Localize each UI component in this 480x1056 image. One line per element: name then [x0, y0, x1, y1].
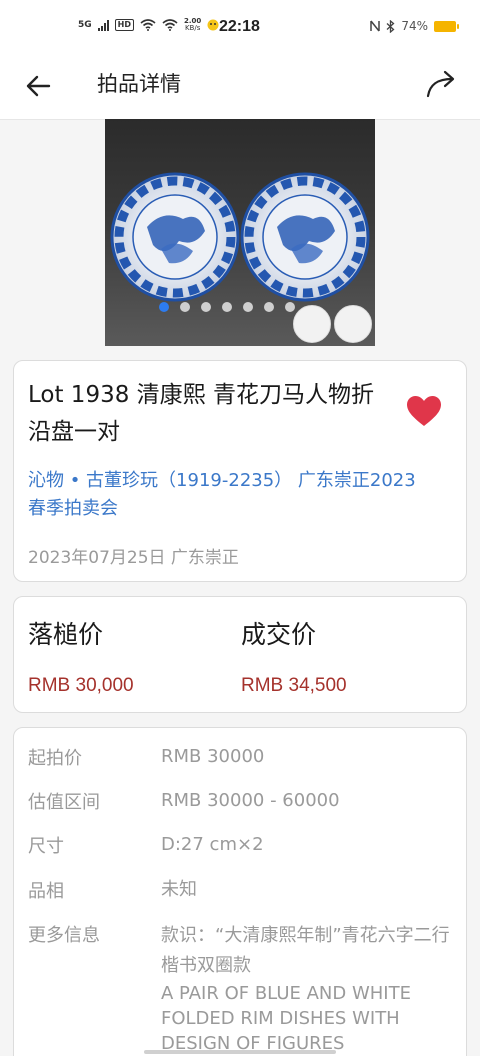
detail-value: D:27 cm×2 — [161, 834, 264, 855]
carousel-dot[interactable] — [264, 302, 274, 312]
reign-mark-image — [334, 305, 372, 343]
status-left: 5G HD 2.00 KB/s — [78, 18, 219, 32]
details-card: 起拍价 RMB 30000 估值区间 RMB 30000 - 60000 尺寸 … — [13, 727, 467, 1056]
detail-value: 款识：“大清康熙年制”青花六字二行楷书双圈款 A PAIR OF BLUE AN… — [161, 921, 451, 1056]
cell-signal-icon — [97, 19, 109, 31]
status-right: 74% — [370, 19, 459, 33]
detail-label: 估值区间 — [28, 792, 100, 813]
detail-label: 起拍价 — [28, 748, 82, 769]
clock: 22:18 — [219, 18, 260, 35]
carousel-dot[interactable] — [201, 302, 211, 312]
app-header: 拍品详情 — [0, 58, 480, 120]
home-indicator — [144, 1050, 336, 1054]
deal-price-value: RMB 34,500 — [241, 675, 347, 696]
notification-icon — [207, 19, 219, 31]
wifi-icon — [162, 19, 178, 31]
carousel-dot[interactable] — [222, 302, 232, 312]
carousel-dots — [159, 302, 295, 312]
lot-image-carousel[interactable] — [105, 119, 375, 346]
auction-date-location: 2023年07月25日 广东崇正 — [28, 548, 239, 568]
hammer-price-value: RMB 30,000 — [28, 675, 134, 696]
detail-label: 品相 — [28, 881, 64, 902]
more-info-en: A PAIR OF BLUE AND WHITE FOLDED RIM DISH… — [161, 983, 411, 1054]
deal-price-label: 成交价 — [241, 620, 317, 649]
reign-mark-image — [293, 305, 331, 343]
detail-row-more-info: 更多信息 款识：“大清康熙年制”青花六字二行楷书双圈款 A PAIR OF BL… — [28, 921, 458, 1056]
battery-percent: 74% — [401, 19, 428, 33]
favorite-button[interactable] — [406, 395, 442, 429]
nfc-icon — [370, 20, 381, 32]
wifi-icon — [140, 19, 156, 31]
lot-info-card: Lot 1938 清康熙 青花刀马人物折沿盘一对 沁物 • 古董珍玩（1919-… — [13, 360, 467, 582]
network-speed: 2.00 KB/s — [184, 18, 201, 32]
network-type: 5G — [78, 20, 92, 30]
detail-row-estimate: 估值区间 RMB 30000 - 60000 — [28, 788, 458, 818]
detail-value: RMB 30000 - 60000 — [161, 790, 340, 811]
price-card: 落槌价 RMB 30,000 成交价 RMB 34,500 — [13, 596, 467, 713]
share-arrow-icon — [426, 70, 455, 98]
carousel-dot[interactable] — [243, 302, 253, 312]
more-info-cn: 款识：“大清康熙年制”青花六字二行楷书双圈款 — [161, 925, 450, 976]
back-button[interactable] — [22, 70, 54, 102]
heart-icon — [407, 396, 441, 426]
detail-row-condition: 品相 未知 — [28, 877, 458, 907]
status-bar: 5G HD 2.00 KB/s 22:18 74% — [0, 0, 480, 58]
bluetooth-icon — [386, 19, 395, 33]
detail-row-start-price: 起拍价 RMB 30000 — [28, 744, 458, 774]
page-title: 拍品详情 — [97, 72, 181, 96]
detail-label: 更多信息 — [28, 925, 100, 946]
detail-value: RMB 30000 — [161, 746, 265, 767]
detail-row-size: 尺寸 D:27 cm×2 — [28, 832, 458, 862]
carousel-dot[interactable] — [285, 302, 295, 312]
carousel-dot[interactable] — [159, 302, 169, 312]
share-button[interactable] — [424, 68, 460, 100]
detail-label: 尺寸 — [28, 836, 64, 857]
hd-badge: HD — [114, 19, 134, 31]
detail-value: 未知 — [161, 879, 197, 900]
lot-title: Lot 1938 清康熙 青花刀马人物折沿盘一对 — [28, 382, 374, 445]
battery-icon — [434, 20, 459, 32]
auction-link[interactable]: 沁物 • 古董珍玩（1919-2235） 广东崇正2023春季拍卖会 — [28, 467, 428, 523]
speed-unit: KB/s — [184, 24, 201, 32]
hammer-price-label: 落槌价 — [28, 620, 104, 649]
carousel-dot[interactable] — [180, 302, 190, 312]
arrow-left-icon — [26, 75, 51, 97]
